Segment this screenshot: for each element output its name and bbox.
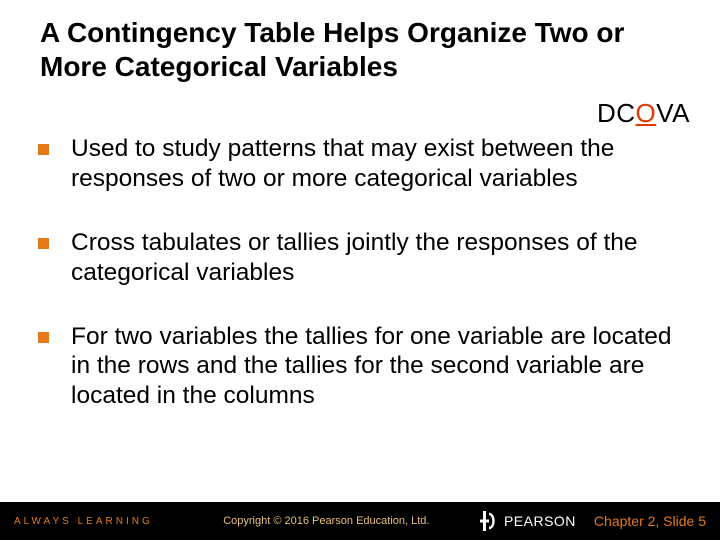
dcova-pre: DC bbox=[597, 98, 636, 128]
list-item: For two variables the tallies for one va… bbox=[38, 322, 684, 412]
bullet-text: Cross tabulates or tallies jointly the r… bbox=[71, 228, 684, 288]
slide-body: Used to study patterns that may exist be… bbox=[38, 134, 684, 411]
pearson-logo-icon bbox=[480, 511, 498, 531]
list-item: Used to study patterns that may exist be… bbox=[38, 134, 684, 194]
bullet-icon bbox=[38, 332, 49, 343]
list-item: Cross tabulates or tallies jointly the r… bbox=[38, 228, 684, 288]
brand-text: PEARSON bbox=[504, 513, 576, 529]
dcova-post: VA bbox=[656, 98, 690, 128]
bullet-icon bbox=[38, 238, 49, 249]
always-learning-label: ALWAYS LEARNING bbox=[14, 516, 153, 527]
brand-block: PEARSON bbox=[480, 511, 576, 531]
bullet-text: Used to study patterns that may exist be… bbox=[71, 134, 684, 194]
slide: A Contingency Table Helps Organize Two o… bbox=[0, 0, 720, 540]
slide-footer: ALWAYS LEARNING Copyright © 2016 Pearson… bbox=[0, 502, 720, 540]
bullet-text: For two variables the tallies for one va… bbox=[71, 322, 684, 412]
slide-title: A Contingency Table Helps Organize Two o… bbox=[40, 16, 680, 84]
bullet-icon bbox=[38, 144, 49, 155]
dcova-tag: DCOVA bbox=[597, 98, 690, 129]
page-number: Chapter 2, Slide 5 bbox=[594, 513, 706, 529]
copyright-text: Copyright © 2016 Pearson Education, Ltd. bbox=[173, 515, 480, 527]
dcova-accent: O bbox=[636, 98, 657, 128]
